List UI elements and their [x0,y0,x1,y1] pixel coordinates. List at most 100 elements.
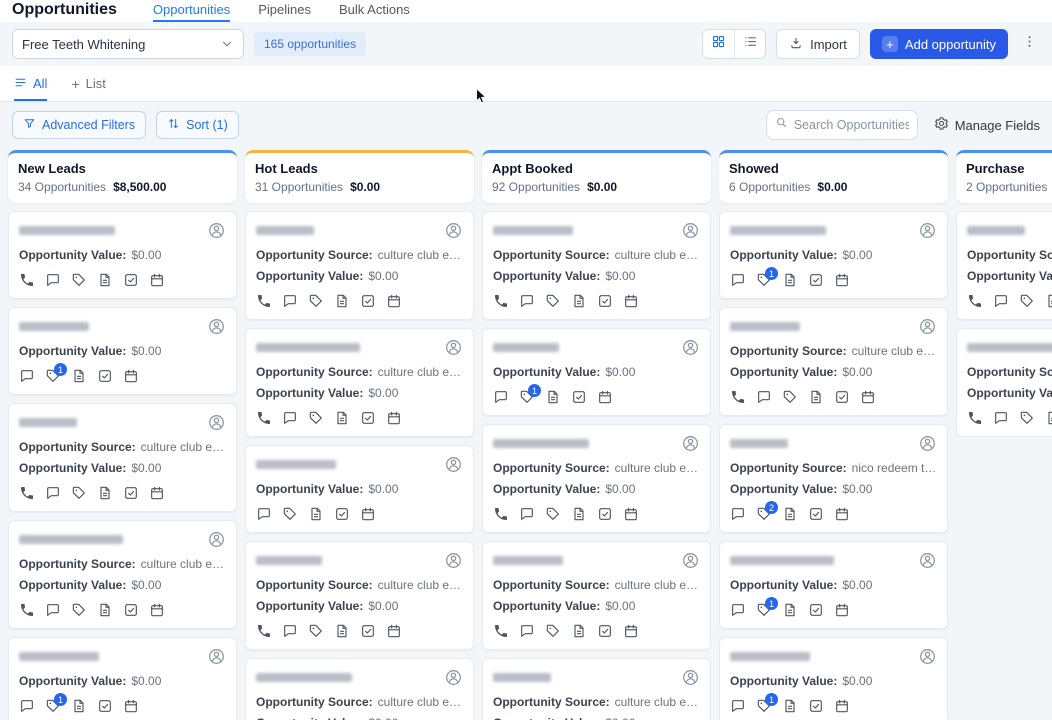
calendar-icon[interactable] [834,698,850,714]
opportunity-card[interactable]: Opportunity Value: $0.00 1 [719,541,948,629]
doc-icon[interactable] [308,506,324,522]
phone-icon[interactable] [730,389,746,405]
chat-icon[interactable] [45,602,61,618]
check-icon[interactable] [334,506,350,522]
phone-icon[interactable] [256,623,272,639]
calendar-icon[interactable] [149,272,165,288]
opportunity-card[interactable]: Opportunity Value: $0.00 1 [482,328,711,416]
check-icon[interactable] [571,389,587,405]
tag-icon[interactable] [545,623,561,639]
doc-icon[interactable] [571,623,587,639]
calendar-icon[interactable] [623,293,639,309]
doc-icon[interactable] [97,485,113,501]
assign-user-icon[interactable] [207,221,226,240]
assign-user-icon[interactable] [207,317,226,336]
tag-icon[interactable]: 1 [519,389,535,405]
opportunity-card[interactable]: Opportunity Source: Opportunity Value: [956,328,1052,437]
check-icon[interactable] [360,410,376,426]
phone-icon[interactable] [256,410,272,426]
phone-icon[interactable] [967,293,983,309]
assign-user-icon[interactable] [207,647,226,666]
tag-icon[interactable] [308,293,324,309]
chat-icon[interactable] [730,698,746,714]
tag-icon[interactable]: 1 [756,272,772,288]
grid-view-button[interactable] [703,30,734,58]
chat-icon[interactable] [493,389,509,405]
view-tab-add-list[interactable]: + List [71,66,105,101]
assign-user-icon[interactable] [207,413,226,432]
tag-icon[interactable] [1019,293,1035,309]
chat-icon[interactable] [282,293,298,309]
stage-header[interactable]: New Leads 34 Opportunities $8,500.00 [8,150,237,203]
calendar-icon[interactable] [123,698,139,714]
assign-user-icon[interactable] [918,317,937,336]
opportunity-card[interactable]: Opportunity Source: culture club emplo..… [245,541,474,650]
doc-icon[interactable] [334,623,350,639]
doc-icon[interactable] [334,293,350,309]
tab-bulk-actions[interactable]: Bulk Actions [339,2,410,22]
opportunity-card[interactable]: Opportunity Source: culture club emplo..… [482,541,711,650]
phone-icon[interactable] [256,293,272,309]
tag-icon[interactable] [282,506,298,522]
check-icon[interactable] [123,602,139,618]
assign-user-icon[interactable] [444,668,463,687]
doc-icon[interactable] [334,410,350,426]
stage-header[interactable]: Hot Leads 31 Opportunities $0.00 [245,150,474,203]
chat-icon[interactable] [45,485,61,501]
doc-icon[interactable] [782,698,798,714]
assign-user-icon[interactable] [207,530,226,549]
opportunity-card[interactable]: Opportunity Value: $0.00 1 [8,307,237,395]
assign-user-icon[interactable] [918,434,937,453]
doc-icon[interactable] [571,293,587,309]
tag-icon[interactable] [545,293,561,309]
opportunity-card[interactable]: Opportunity Value: $0.00 1 [719,637,948,720]
check-icon[interactable] [360,293,376,309]
search-input[interactable] [794,118,909,132]
assign-user-icon[interactable] [444,455,463,474]
stage-header[interactable]: Appt Booked 92 Opportunities $0.00 [482,150,711,203]
check-icon[interactable] [597,293,613,309]
doc-icon[interactable] [808,389,824,405]
chat-icon[interactable] [282,410,298,426]
check-icon[interactable] [834,389,850,405]
phone-icon[interactable] [19,485,35,501]
chat-icon[interactable] [730,602,746,618]
opportunity-card[interactable]: Opportunity Source: culture club emplo..… [482,211,711,320]
opportunity-card[interactable]: Opportunity Source: culture club emplo..… [482,424,711,533]
check-icon[interactable] [97,698,113,714]
calendar-icon[interactable] [860,389,876,405]
check-icon[interactable] [808,602,824,618]
calendar-icon[interactable] [360,506,376,522]
phone-icon[interactable] [493,623,509,639]
opportunity-card[interactable]: Opportunity Source: culture club emplo..… [245,211,474,320]
opportunity-card[interactable]: Opportunity Source: culture club emplo..… [245,328,474,437]
doc-icon[interactable] [545,389,561,405]
opportunity-card[interactable]: Opportunity Source: Opportunity Value: [956,211,1052,320]
more-options-button[interactable] [1018,29,1040,59]
calendar-icon[interactable] [386,410,402,426]
tab-pipelines[interactable]: Pipelines [258,2,311,22]
check-icon[interactable] [597,623,613,639]
opportunity-card[interactable]: Opportunity Value: $0.00 1 [8,637,237,720]
calendar-icon[interactable] [834,506,850,522]
opportunity-card[interactable]: Opportunity Source: nico redeem test Opp… [719,424,948,533]
assign-user-icon[interactable] [918,647,937,666]
check-icon[interactable] [808,506,824,522]
assign-user-icon[interactable] [918,551,937,570]
tag-icon[interactable]: 1 [756,698,772,714]
assign-user-icon[interactable] [681,551,700,570]
assign-user-icon[interactable] [444,338,463,357]
import-button[interactable]: Import [776,29,860,59]
chat-icon[interactable] [45,272,61,288]
doc-icon[interactable] [97,602,113,618]
tag-icon[interactable] [308,623,324,639]
chat-icon[interactable] [519,623,535,639]
check-icon[interactable] [808,698,824,714]
check-icon[interactable] [97,368,113,384]
phone-icon[interactable] [967,410,983,426]
chat-icon[interactable] [19,368,35,384]
doc-icon[interactable] [1045,410,1052,426]
calendar-icon[interactable] [623,506,639,522]
opportunity-card[interactable]: Opportunity Value: $0.00 [245,445,474,533]
calendar-icon[interactable] [834,602,850,618]
